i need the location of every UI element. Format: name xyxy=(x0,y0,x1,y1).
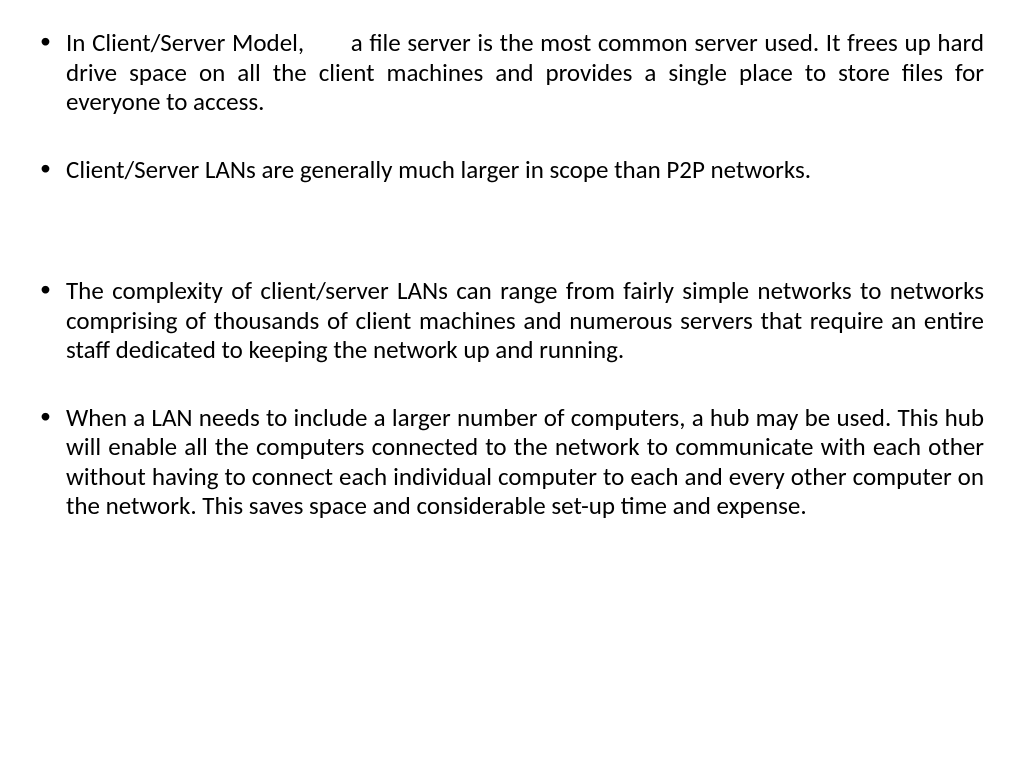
bullet-list: In Client/Server Model, a file server is… xyxy=(28,28,984,521)
bullet-item: In Client/Server Model, a file server is… xyxy=(28,28,984,117)
bullet-text: The complexity of client/server LANs can… xyxy=(66,275,984,365)
bullet-text: Client/Server LANs are generally much la… xyxy=(66,154,811,185)
bullet-item: Client/Server LANs are generally much la… xyxy=(28,155,984,185)
bullet-item: The complexity of client/server LANs can… xyxy=(28,276,984,365)
bullet-text: When a LAN needs to include a larger num… xyxy=(66,402,984,522)
bullet-lead: In Client/Server Model, xyxy=(66,27,351,58)
bullet-item: When a LAN needs to include a larger num… xyxy=(28,403,984,521)
